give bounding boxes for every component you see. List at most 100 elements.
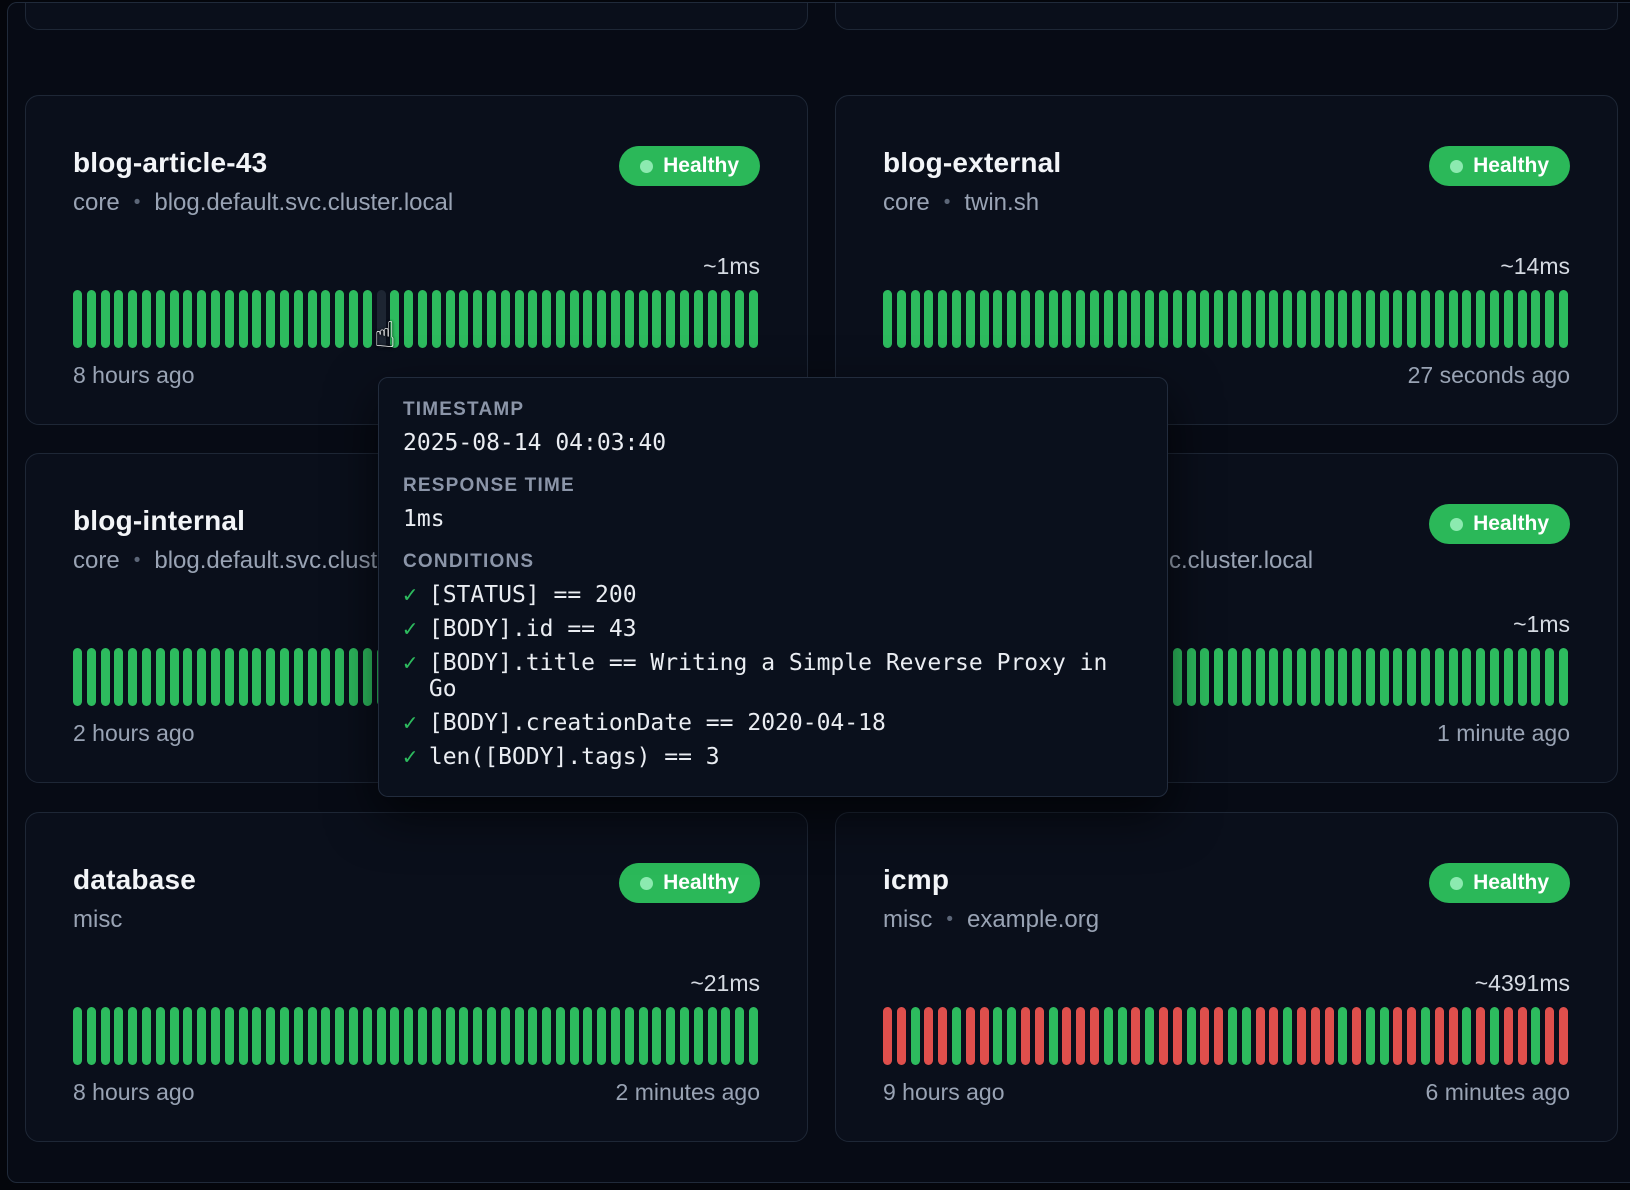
- service-card-database[interactable]: database misc Healthy ~21ms 8 hours ago …: [25, 812, 808, 1142]
- uptime-bar[interactable]: [156, 290, 165, 348]
- uptime-bar[interactable]: [993, 1007, 1002, 1065]
- uptime-bar[interactable]: [966, 1007, 975, 1065]
- uptime-bar[interactable]: [252, 290, 261, 348]
- uptime-bar[interactable]: [170, 648, 179, 706]
- uptime-bar[interactable]: [883, 290, 892, 348]
- uptime-bar[interactable]: [1159, 290, 1168, 348]
- uptime-bar[interactable]: [1380, 290, 1389, 348]
- uptime-bar[interactable]: [1518, 290, 1527, 348]
- uptime-bar[interactable]: [938, 290, 947, 348]
- uptime-bar[interactable]: [142, 290, 151, 348]
- uptime-bar[interactable]: [501, 1007, 510, 1065]
- uptime-bar[interactable]: [446, 290, 455, 348]
- uptime-bar[interactable]: [459, 1007, 468, 1065]
- uptime-bar[interactable]: [1173, 648, 1182, 706]
- uptime-bar[interactable]: [1242, 290, 1251, 348]
- uptime-bar[interactable]: [211, 290, 220, 348]
- uptime-bar[interactable]: [1090, 1007, 1099, 1065]
- uptime-bar[interactable]: [363, 290, 372, 348]
- uptime-bar[interactable]: [101, 1007, 110, 1065]
- uptime-bar[interactable]: [280, 290, 289, 348]
- uptime-bar[interactable]: [1283, 648, 1292, 706]
- uptime-bar[interactable]: [1145, 290, 1154, 348]
- uptime-bar[interactable]: [1559, 290, 1568, 348]
- uptime-bar[interactable]: [280, 648, 289, 706]
- uptime-bar[interactable]: [1269, 1007, 1278, 1065]
- uptime-bar[interactable]: [639, 290, 648, 348]
- uptime-bar[interactable]: [1007, 290, 1016, 348]
- uptime-bar[interactable]: [749, 1007, 758, 1065]
- service-card-blog-article-43[interactable]: blog-article-43 core • blog.default.svc.…: [25, 95, 808, 425]
- uptime-bar[interactable]: [294, 648, 303, 706]
- uptime-bar[interactable]: [128, 648, 137, 706]
- uptime-bar[interactable]: [335, 1007, 344, 1065]
- uptime-bar[interactable]: [1228, 648, 1237, 706]
- uptime-bar[interactable]: [952, 290, 961, 348]
- uptime-bar[interactable]: [225, 1007, 234, 1065]
- uptime-bar[interactable]: [1214, 648, 1223, 706]
- uptime-bar[interactable]: [1104, 1007, 1113, 1065]
- uptime-bar[interactable]: [73, 648, 82, 706]
- uptime-bar[interactable]: [1200, 1007, 1209, 1065]
- uptime-bar[interactable]: [625, 1007, 634, 1065]
- uptime-bar[interactable]: [966, 290, 975, 348]
- uptime-bar[interactable]: [225, 648, 234, 706]
- uptime-bar[interactable]: [432, 290, 441, 348]
- uptime-bar[interactable]: [1242, 1007, 1251, 1065]
- uptime-bar[interactable]: [708, 290, 717, 348]
- uptime-bar[interactable]: [542, 290, 551, 348]
- uptime-bar[interactable]: [1462, 1007, 1471, 1065]
- uptime-bar[interactable]: [1256, 290, 1265, 348]
- uptime-bar[interactable]: [170, 290, 179, 348]
- uptime-bar[interactable]: [680, 290, 689, 348]
- uptime-bar[interactable]: [487, 290, 496, 348]
- uptime-bar[interactable]: [294, 290, 303, 348]
- uptime-bar[interactable]: [432, 1007, 441, 1065]
- uptime-bar[interactable]: [1462, 290, 1471, 348]
- uptime-bar[interactable]: [1366, 1007, 1375, 1065]
- uptime-bar[interactable]: [708, 1007, 717, 1065]
- uptime-bar[interactable]: [1545, 648, 1554, 706]
- uptime-bar[interactable]: [349, 648, 358, 706]
- uptime-bar[interactable]: [1559, 648, 1568, 706]
- uptime-bar[interactable]: [156, 648, 165, 706]
- uptime-bar[interactable]: [570, 290, 579, 348]
- uptime-bar[interactable]: [735, 1007, 744, 1065]
- uptime-bar[interactable]: [1380, 648, 1389, 706]
- uptime-bar[interactable]: [1490, 290, 1499, 348]
- uptime-bar[interactable]: [1435, 648, 1444, 706]
- uptime-bar[interactable]: [694, 290, 703, 348]
- uptime-bar[interactable]: [87, 290, 96, 348]
- uptime-bar[interactable]: [1449, 648, 1458, 706]
- uptime-bar[interactable]: [938, 1007, 947, 1065]
- uptime-bar[interactable]: [1035, 290, 1044, 348]
- uptime-bar[interactable]: [197, 290, 206, 348]
- uptime-bar[interactable]: [1476, 648, 1485, 706]
- uptime-bar[interactable]: [418, 1007, 427, 1065]
- uptime-bar[interactable]: [597, 1007, 606, 1065]
- uptime-bar[interactable]: [1421, 1007, 1430, 1065]
- uptime-bar[interactable]: [883, 1007, 892, 1065]
- uptime-bar[interactable]: [1338, 290, 1347, 348]
- uptime-bar[interactable]: [1352, 1007, 1361, 1065]
- uptime-bar[interactable]: [1297, 648, 1306, 706]
- uptime-bar[interactable]: [1393, 648, 1402, 706]
- uptime-bar[interactable]: [652, 290, 661, 348]
- uptime-bar[interactable]: [1214, 290, 1223, 348]
- uptime-bar[interactable]: [308, 648, 317, 706]
- uptime-bar[interactable]: [1531, 1007, 1540, 1065]
- uptime-bar[interactable]: [611, 1007, 620, 1065]
- uptime-bar[interactable]: [993, 290, 1002, 348]
- uptime-bar[interactable]: [239, 648, 248, 706]
- partial-card[interactable]: [25, 2, 808, 30]
- uptime-bar[interactable]: [980, 1007, 989, 1065]
- uptime-bar[interactable]: [735, 290, 744, 348]
- uptime-bar[interactable]: [1118, 1007, 1127, 1065]
- uptime-bar[interactable]: [1035, 1007, 1044, 1065]
- uptime-bar[interactable]: [1311, 290, 1320, 348]
- partial-card[interactable]: [835, 2, 1618, 30]
- uptime-bar[interactable]: [911, 1007, 920, 1065]
- uptime-bar[interactable]: [183, 648, 192, 706]
- uptime-bar[interactable]: [418, 290, 427, 348]
- uptime-bar[interactable]: [1393, 1007, 1402, 1065]
